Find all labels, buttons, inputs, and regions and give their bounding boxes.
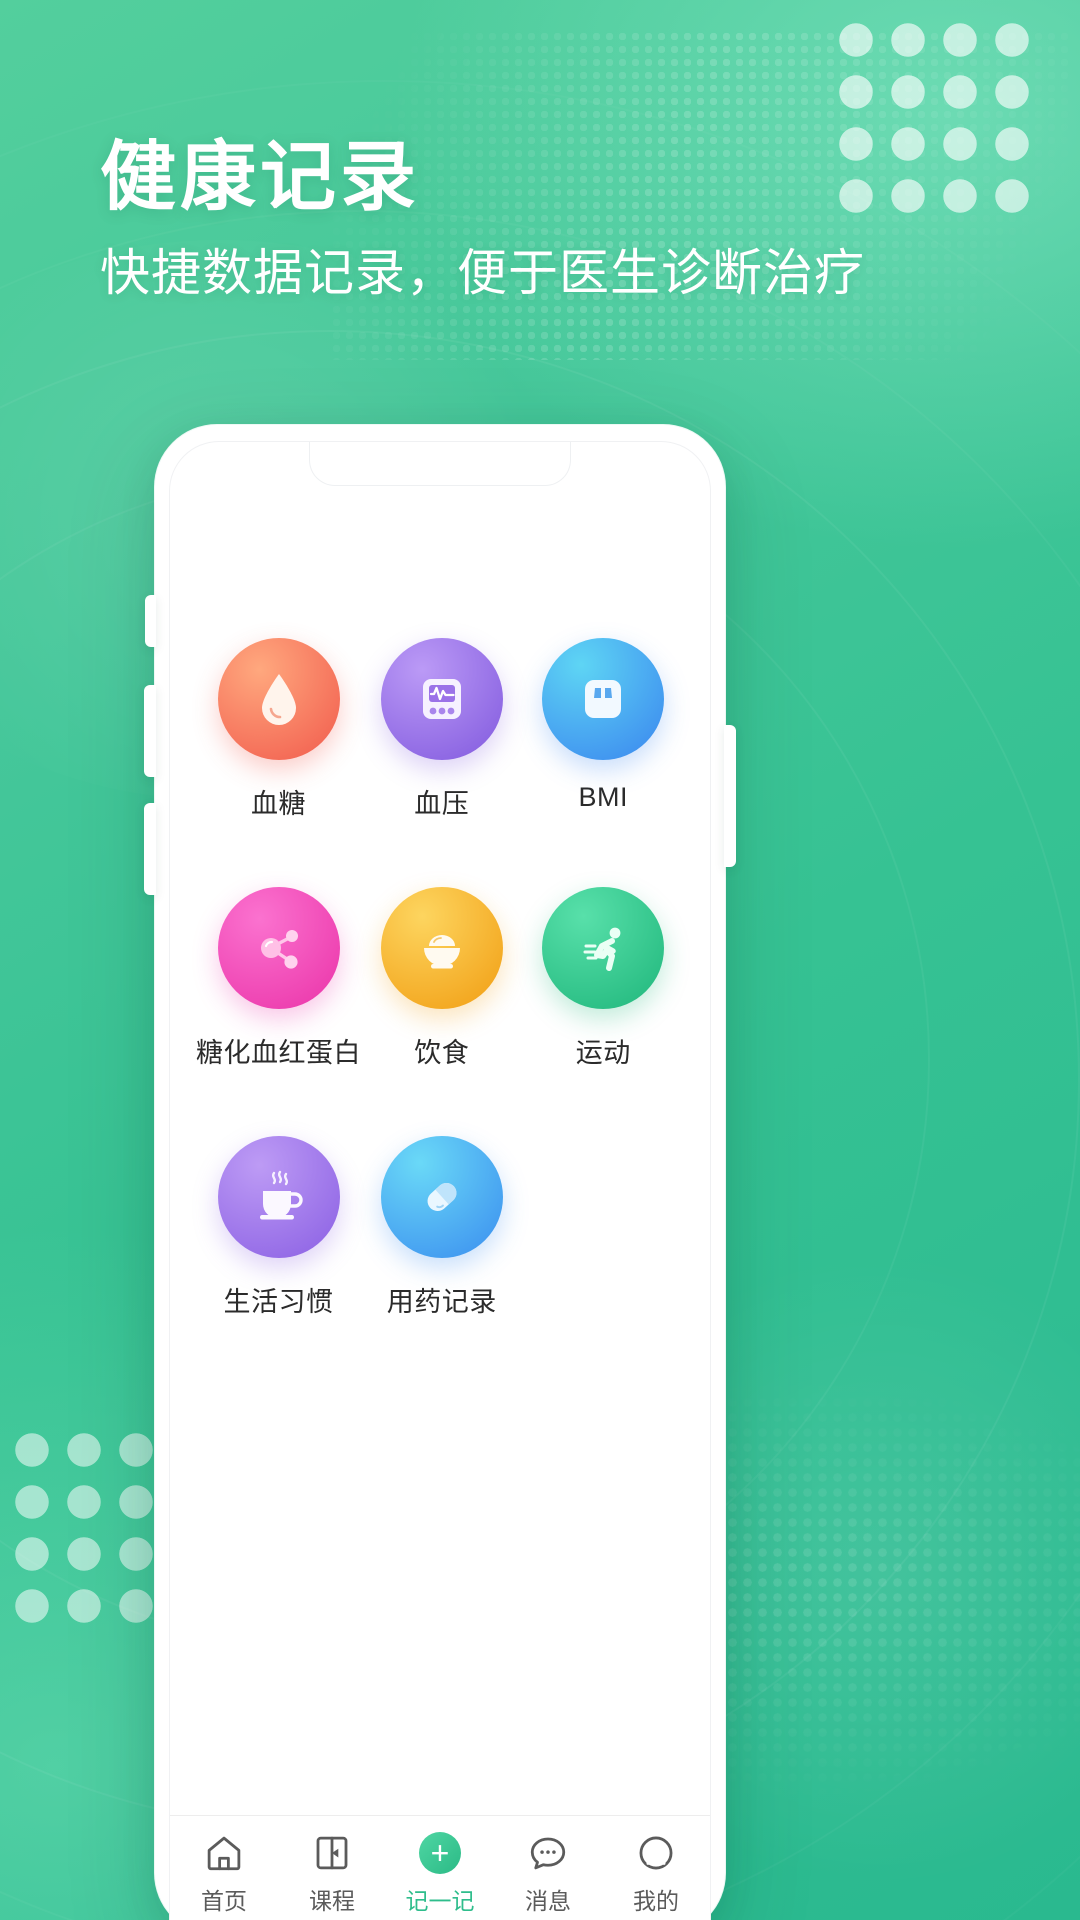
- tab-label: 首页: [201, 1888, 247, 1914]
- hero-text-block: 健康记录 快捷数据记录，便于医生诊断治疗: [100, 140, 865, 301]
- person-circle-icon: [635, 1830, 677, 1876]
- page-subtitle: 快捷数据记录，便于医生诊断治疗: [100, 245, 865, 301]
- phone-button-power: [724, 725, 736, 867]
- grid-item-blood-sugar[interactable]: 血糖: [196, 638, 361, 821]
- diet-icon-badge: [380, 887, 503, 1009]
- grid-item-hba1c[interactable]: 糖化血红蛋白: [196, 887, 361, 1070]
- grid-item-label: 血压: [414, 789, 470, 819]
- phone-mockup: 血糖 血压 BMI 糖化血红蛋白 饮食 运动 生活习惯 用药记录 首页 课程 +…: [144, 425, 736, 1920]
- blood-pressure-monitor-icon: [410, 667, 474, 731]
- book-icon: [311, 1830, 353, 1876]
- promo-page: 健康记录 快捷数据记录，便于医生诊断治疗 血糖 血压 BMI 糖化血红蛋白 饮食…: [0, 0, 1080, 1920]
- pill-capsule-icon: [410, 1165, 474, 1229]
- blood-drop-icon: [247, 667, 311, 731]
- medication-icon-badge: [380, 1136, 503, 1258]
- phone-notch: [309, 442, 571, 486]
- health-record-grid: 血糖 血压 BMI 糖化血红蛋白 饮食 运动 生活习惯 用药记录: [170, 638, 710, 1319]
- molecule-icon: [247, 916, 311, 980]
- grid-item-exercise[interactable]: 运动: [523, 887, 685, 1070]
- dot-grid-bottom-left: [6, 1424, 162, 1632]
- tab-profile[interactable]: 我的: [602, 1830, 710, 1916]
- chat-icon: [527, 1830, 569, 1876]
- tab-home[interactable]: 首页: [170, 1830, 278, 1916]
- grid-item-label: 生活习惯: [223, 1287, 334, 1317]
- grid-item-medication[interactable]: 用药记录: [361, 1136, 523, 1319]
- grid-item-blood-pressure[interactable]: 血压: [361, 638, 523, 821]
- bottom-tab-bar: 首页 课程 + 记一记 消息 我的: [170, 1815, 710, 1920]
- phone-screen: 血糖 血压 BMI 糖化血红蛋白 饮食 运动 生活习惯 用药记录 首页 课程 +…: [169, 441, 711, 1920]
- tab-record[interactable]: + 记一记: [386, 1830, 494, 1916]
- plus-circle-icon: +: [419, 1830, 461, 1876]
- grid-item-label: BMI: [578, 782, 628, 812]
- lifestyle-icon-badge: [217, 1136, 340, 1258]
- exercise-icon-badge: [542, 887, 665, 1009]
- tab-label: 记一记: [405, 1888, 475, 1914]
- grid-item-label: 糖化血红蛋白: [196, 1038, 361, 1068]
- tab-label: 我的: [633, 1888, 679, 1914]
- home-icon: [203, 1830, 245, 1876]
- coffee-cup-icon: [247, 1165, 311, 1229]
- blood-pressure-icon-badge: [380, 638, 503, 760]
- phone-button-volume-down: [144, 803, 156, 895]
- grid-item-bmi[interactable]: BMI: [523, 638, 685, 821]
- bmi-icon-badge: [542, 638, 665, 760]
- grid-item-diet[interactable]: 饮食: [361, 887, 523, 1070]
- phone-button-volume-up: [144, 685, 156, 777]
- tab-messages[interactable]: 消息: [494, 1830, 602, 1916]
- rice-bowl-icon: [410, 916, 474, 980]
- tab-courses[interactable]: 课程: [278, 1830, 386, 1916]
- phone-button-mute: [145, 595, 156, 647]
- tab-label: 消息: [525, 1888, 571, 1914]
- page-title: 健康记录: [100, 135, 420, 220]
- grid-item-lifestyle[interactable]: 生活习惯: [196, 1136, 361, 1319]
- grid-item-label: 血糖: [251, 789, 306, 819]
- hba1c-icon-badge: [217, 887, 340, 1009]
- grid-item-label: 用药记录: [386, 1287, 497, 1317]
- tab-label: 课程: [309, 1888, 355, 1914]
- weight-scale-icon: [571, 667, 635, 731]
- grid-item-label: 饮食: [414, 1038, 470, 1068]
- grid-item-label: 运动: [575, 1038, 631, 1068]
- add-record-button[interactable]: +: [419, 1832, 461, 1874]
- blood-sugar-icon-badge: [217, 638, 340, 760]
- running-person-icon: [571, 916, 635, 980]
